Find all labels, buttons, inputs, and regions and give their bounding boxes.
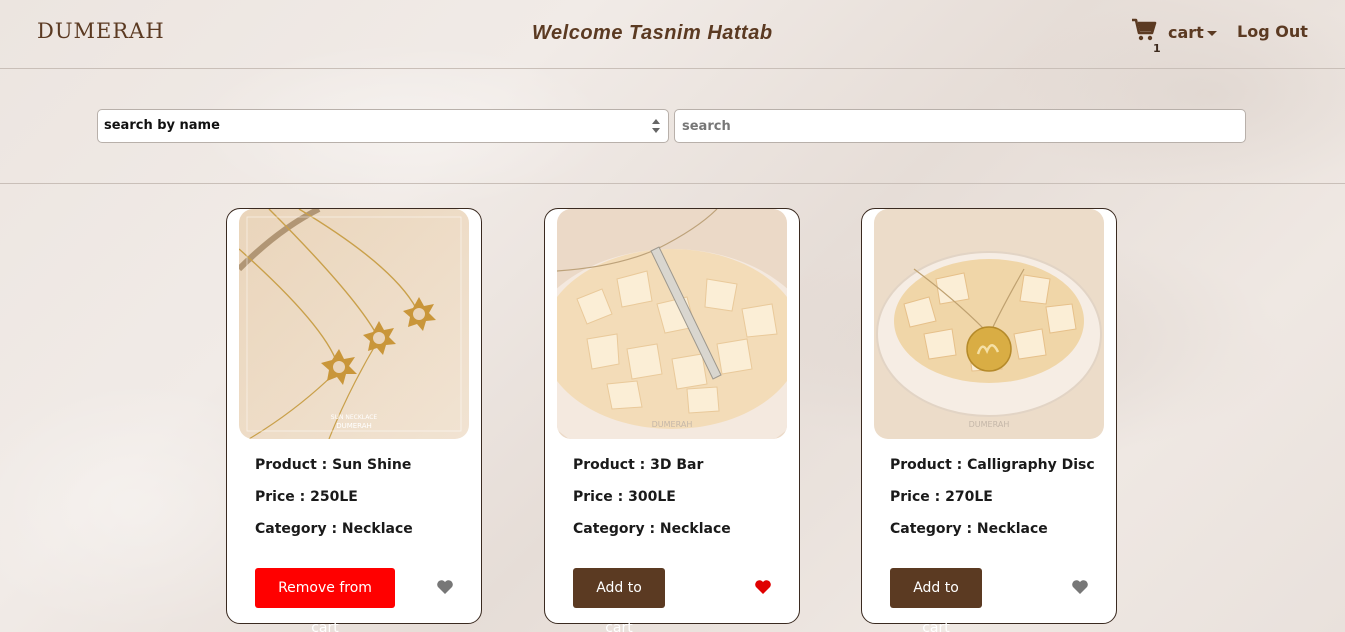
welcome-message: Welcome Tasnim Hattab (532, 22, 773, 44)
cart-dropdown[interactable]: 1 cart (1131, 18, 1221, 55)
product-price: Price : 270LE (890, 489, 993, 505)
product-category: Category : Necklace (890, 521, 1048, 537)
product-name: Product : 3D Bar (573, 457, 704, 473)
brand-logo[interactable]: DUMERAH (37, 19, 165, 43)
product-category: Category : Necklace (255, 521, 413, 537)
svg-text:DUMERAH: DUMERAH (969, 420, 1010, 429)
product-card: DUMERAH Product : 3D Bar Price : 300LE C… (544, 208, 800, 632)
svg-text:SUN NECKLACE: SUN NECKLACE (331, 414, 378, 421)
product-image: DUMERAH (874, 209, 1104, 439)
product-price: Price : 300LE (573, 489, 676, 505)
add-to-cart-button[interactable]: Add to cart (573, 568, 665, 632)
product-category: Category : Necklace (573, 521, 731, 537)
add-to-cart-button[interactable]: Add to cart (890, 568, 982, 632)
caret-down-icon (1207, 31, 1217, 36)
cart-count-badge: 1 (1153, 42, 1161, 55)
product-image: DUMERAH (557, 209, 787, 439)
select-arrows-icon (652, 119, 660, 134)
product-price: Price : 250LE (255, 489, 358, 505)
product-info: Product : Sun Shine Price : 250LE Catego… (255, 457, 413, 553)
search-filter-value: search by name (104, 118, 220, 133)
logout-link[interactable]: Log Out (1237, 22, 1308, 41)
product-name: Product : Calligraphy Disc (890, 457, 1095, 473)
product-info: Product : 3D Bar Price : 300LE Category … (573, 457, 731, 553)
product-info: Product : Calligraphy Disc Price : 270LE… (890, 457, 1095, 553)
svg-text:DUMERAH: DUMERAH (336, 422, 372, 430)
heart-icon[interactable] (754, 579, 772, 595)
search-filter-select[interactable]: search by name (97, 109, 669, 143)
heart-icon[interactable] (1071, 579, 1089, 595)
heart-icon[interactable] (436, 579, 454, 595)
product-name: Product : Sun Shine (255, 457, 412, 473)
cart-label: cart (1168, 23, 1204, 42)
search-input[interactable] (674, 109, 1246, 143)
remove-from-cart-button[interactable]: Remove from cart (255, 568, 395, 632)
cart-icon (1132, 18, 1157, 41)
product-image: SUN NECKLACE DUMERAH (239, 209, 469, 439)
search-section: search by name (0, 69, 1345, 184)
top-navbar: DUMERAH Welcome Tasnim Hattab 1 cart Log… (0, 0, 1345, 69)
svg-text:DUMERAH: DUMERAH (652, 420, 693, 429)
product-card: DUMERAH Product : Calligraphy Disc Price… (861, 208, 1117, 632)
product-card: SUN NECKLACE DUMERAH Product : Sun Shine… (226, 208, 482, 632)
